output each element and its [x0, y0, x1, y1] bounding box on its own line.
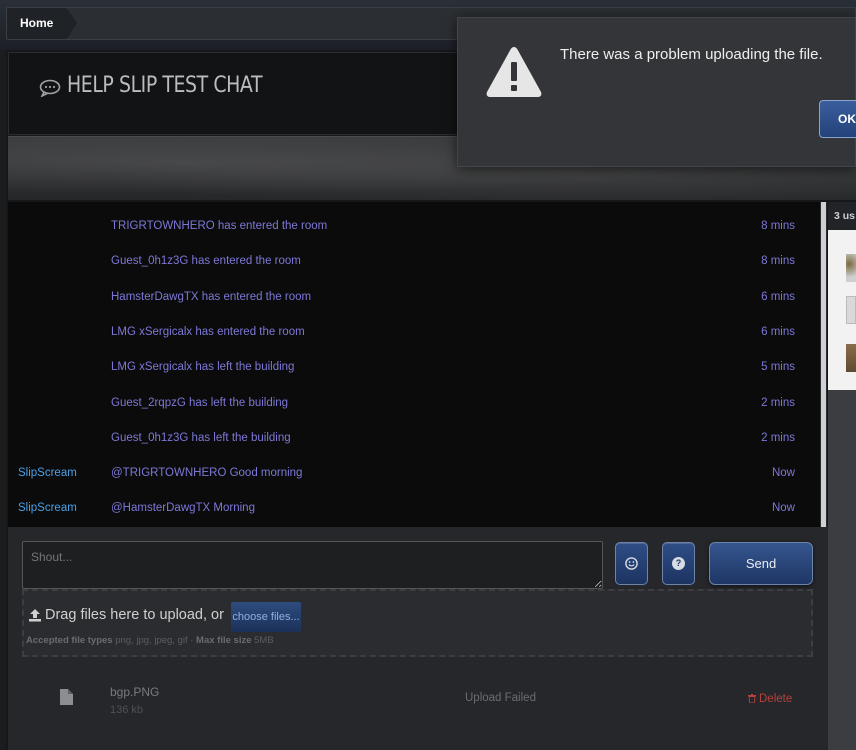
- file-size: 136 kb: [110, 704, 144, 716]
- message-text: TRIGRTOWNHERO has entered the room: [111, 220, 328, 232]
- upload-icon: [29, 609, 41, 622]
- dropzone-label: Drag files here to upload, or: [45, 607, 224, 623]
- delete-file-button[interactable]: Delete: [748, 693, 792, 705]
- send-button[interactable]: Send: [709, 542, 813, 585]
- message-time: 6 mins: [761, 290, 795, 303]
- shout-input[interactable]: [22, 541, 603, 589]
- emoji-button[interactable]: [615, 542, 648, 585]
- message-log: TRIGRTOWNHERO has entered the room 8 mins…: [8, 202, 820, 527]
- list-item: HamsterDawgTX has entered the room 6 mins: [8, 280, 820, 315]
- list-item: Guest_0h1z3G has left the building 2 mins: [8, 421, 820, 456]
- upload-status: Upload Failed: [465, 692, 536, 704]
- question-icon: ?: [672, 557, 685, 570]
- page-title: HELP SLIP TEST CHAT: [67, 73, 263, 98]
- message-text: HamsterDawgTX has entered the room: [111, 290, 312, 303]
- message-username[interactable]: SlipScream: [18, 491, 77, 526]
- smiley-icon: [625, 557, 638, 570]
- ok-button[interactable]: OK: [819, 100, 856, 138]
- compose-area: ? Send Drag files here to upload, or cho…: [8, 527, 828, 750]
- message-log-scrollbar[interactable]: [820, 202, 827, 527]
- delete-label: Delete: [759, 693, 793, 705]
- message-time: 8 mins: [761, 255, 795, 268]
- error-dialog: There was a problem uploading the file. …: [457, 17, 856, 167]
- message-time: 5 mins: [761, 361, 795, 374]
- upload-file-row: bgp.PNG 136 kb Upload Failed Delete: [22, 677, 813, 722]
- message-text: Guest_0h1z3G has left the building: [111, 431, 291, 444]
- list-item: Guest_2rqpzG has left the building 2 mins: [8, 386, 820, 421]
- info-separator: ·: [190, 635, 194, 646]
- message-text: Guest_0h1z3G has entered the room: [111, 255, 301, 268]
- breadcrumb-home-link[interactable]: Home: [7, 8, 78, 39]
- message-time: 2 mins: [761, 431, 795, 444]
- accepted-types-label: Accepted file types: [26, 635, 113, 646]
- sidebar-empty-area: [828, 390, 856, 750]
- avatar[interactable]: [846, 296, 856, 324]
- online-users-heading: 3 us: [828, 202, 856, 230]
- message-time: Now: [771, 502, 795, 515]
- scrollbar-thumb[interactable]: [821, 202, 826, 527]
- list-item: SlipScream @TRIGRTOWNHERO Good morning Now: [8, 456, 820, 491]
- message-time: Now: [771, 467, 795, 480]
- dialog-message: There was a problem uploading the file.: [560, 46, 823, 63]
- avatar[interactable]: [846, 344, 856, 372]
- chat-bubble-icon: [39, 79, 61, 97]
- upload-dropzone[interactable]: Drag files here to upload, or choose fil…: [22, 589, 813, 657]
- warning-icon: [486, 47, 542, 97]
- message-time: 2 mins: [761, 396, 795, 409]
- list-item: Guest_0h1z3G has entered the room 8 mins: [8, 244, 820, 279]
- message-text: LMG xSergicalx has left the building: [111, 361, 295, 374]
- message-text: @TRIGRTOWNHERO Good morning: [111, 467, 303, 480]
- message-text: LMG xSergicalx has entered the room: [111, 325, 305, 338]
- list-item: TRIGRTOWNHERO has entered the room 8 mins: [8, 209, 820, 244]
- max-size-label: Max file size: [196, 635, 252, 646]
- choose-files-button[interactable]: choose files...: [231, 602, 301, 632]
- message-text: Guest_2rqpzG has left the building: [111, 396, 289, 409]
- online-users-panel: 3 us: [828, 202, 856, 750]
- trash-icon: [748, 694, 756, 703]
- list-item: LMG xSergicalx has entered the room 6 min…: [8, 315, 820, 350]
- message-text: @HamsterDawgTX Morning: [111, 502, 255, 515]
- message-time: 6 mins: [761, 325, 795, 338]
- list-item: SlipScream @HamsterDawgTX Morning Now: [8, 491, 820, 526]
- max-size-value: 5MB: [254, 635, 274, 646]
- file-name: bgp.PNG: [110, 685, 160, 699]
- avatar[interactable]: [846, 254, 856, 282]
- file-icon: [60, 689, 73, 705]
- accepted-file-info: Accepted file types png, jpg, jpeg, gif …: [26, 635, 274, 646]
- list-item: LMG xSergicalx has left the building 5 mi…: [8, 350, 820, 385]
- help-button[interactable]: ?: [662, 542, 695, 585]
- accepted-types-value: png, jpg, jpeg, gif: [115, 635, 188, 646]
- online-users-list: [828, 230, 856, 390]
- message-time: 8 mins: [761, 220, 795, 232]
- message-username[interactable]: SlipScream: [18, 456, 77, 491]
